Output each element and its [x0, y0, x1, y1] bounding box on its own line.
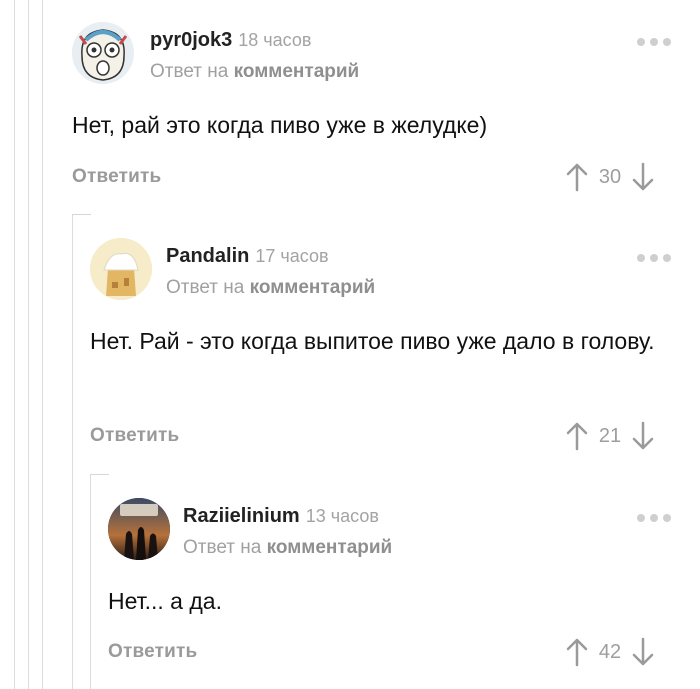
user-avatar[interactable] [72, 22, 134, 84]
dot-icon [663, 254, 671, 262]
comment-time: 18 часов [238, 30, 312, 50]
rating-count: 30 [598, 165, 622, 188]
downvote-arrow-icon[interactable] [632, 637, 654, 667]
reply-to: Ответ на комментарий [166, 277, 375, 299]
dot-icon [637, 254, 645, 262]
vote-controls: 30 [566, 162, 654, 192]
downvote-arrow-icon[interactable] [632, 162, 654, 192]
vote-controls: 42 [566, 637, 654, 667]
author-username[interactable]: pyr0jok3 [150, 29, 232, 51]
author-name[interactable]: pyr0jok3 18 часов [150, 29, 311, 52]
reply-to-link[interactable]: комментарий [234, 61, 360, 82]
more-options-button[interactable] [637, 514, 671, 522]
dot-icon [663, 38, 671, 46]
user-avatar[interactable] [90, 238, 152, 300]
comment-text: Нет. Рай - это когда выпитое пиво уже да… [90, 328, 655, 354]
upvote-arrow-icon[interactable] [566, 162, 588, 192]
reply-to-prefix: Ответ на [166, 277, 245, 298]
reply-to: Ответ на комментарий [150, 61, 359, 83]
cartoon-face-avatar-icon [72, 22, 134, 84]
author-username[interactable]: Raziielinium [183, 505, 300, 527]
reply-button[interactable]: Ответить [108, 641, 197, 663]
comment: Pandalin 17 часов Ответ на комментарий Не… [0, 214, 700, 464]
reply-button[interactable]: Ответить [90, 425, 179, 447]
comment: Raziielinium 13 часов Ответ на комментари… [0, 474, 700, 689]
downvote-arrow-icon[interactable] [632, 421, 654, 451]
dot-icon [637, 38, 645, 46]
dot-icon [650, 38, 658, 46]
game-poster-avatar-icon [108, 498, 170, 560]
user-avatar[interactable] [108, 498, 170, 560]
reply-to-link[interactable]: комментарий [250, 277, 376, 298]
vote-controls: 21 [566, 421, 654, 451]
comment: pyr0jok3 18 часов Ответ на комментарий Не… [0, 0, 700, 210]
comment-text: Нет, рай это когда пиво уже в желудке) [72, 112, 488, 138]
author-username[interactable]: Pandalin [166, 245, 249, 267]
comment-time: 17 часов [255, 246, 329, 266]
author-name[interactable]: Raziielinium 13 часов [183, 505, 379, 528]
author-name[interactable]: Pandalin 17 часов [166, 245, 329, 268]
more-options-button[interactable] [637, 38, 671, 46]
reply-button[interactable]: Ответить [72, 166, 161, 188]
reply-to-prefix: Ответ на [150, 61, 229, 82]
upvote-arrow-icon[interactable] [566, 637, 588, 667]
dot-icon [650, 254, 658, 262]
more-options-button[interactable] [637, 254, 671, 262]
reply-to-prefix: Ответ на [183, 537, 262, 558]
reply-to-link[interactable]: комментарий [267, 537, 393, 558]
comment-time: 13 часов [305, 506, 379, 526]
house-avatar-icon [90, 238, 152, 300]
upvote-arrow-icon[interactable] [566, 421, 588, 451]
dot-icon [650, 514, 658, 522]
rating-count: 21 [598, 424, 622, 447]
rating-count: 42 [598, 640, 622, 663]
comment-text: Нет... а да. [108, 588, 222, 614]
reply-to: Ответ на комментарий [183, 537, 392, 559]
dot-icon [663, 514, 671, 522]
dot-icon [637, 514, 645, 522]
